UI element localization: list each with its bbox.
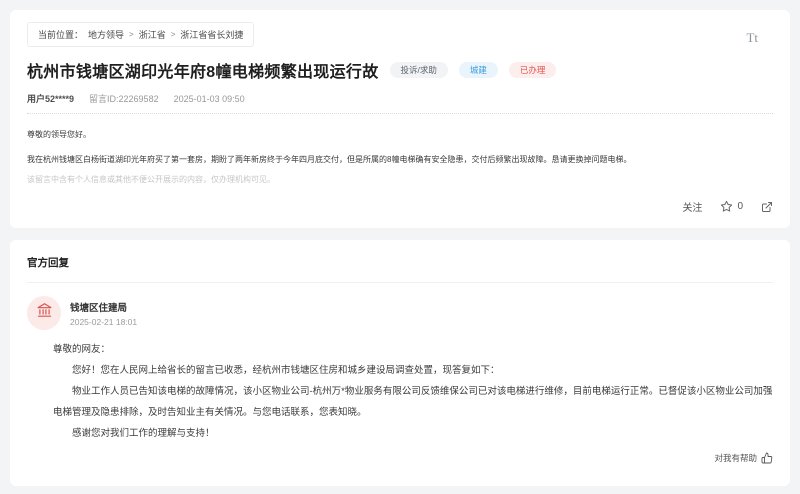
reply-section-title: 官方回复 bbox=[27, 257, 69, 269]
tag-status-handled: 已办理 bbox=[508, 61, 557, 79]
reply-paragraph: 物业工作人员已告知该电梯的故障情况，该小区物业公司-杭州万*物业服务有限公司反馈… bbox=[53, 386, 773, 418]
reply-date: 2025-02-21 18:01 bbox=[70, 316, 138, 327]
meta-message-id: 留言ID:22269582 bbox=[89, 94, 159, 104]
official-reply-card: 官方回复 钱塘区住建局 2025-02-21 18:01 尊敬的网友： 您好！您… bbox=[10, 240, 790, 486]
breadcrumb-prefix: 当前位置： bbox=[38, 30, 84, 40]
privacy-note: 该留言中含有个人信息或其他不便公开展示的内容，仅办理机构可见。 bbox=[27, 175, 275, 184]
helpful-row: 对我有帮助 bbox=[27, 452, 773, 464]
reply-divider bbox=[27, 282, 773, 283]
meta-date: 2025-01-03 09:50 bbox=[173, 93, 245, 104]
breadcrumb-separator: > bbox=[170, 30, 176, 39]
follow-button[interactable]: 关注 bbox=[682, 199, 702, 214]
message-meta: 用户52****9 留言ID:22269582 2025-01-03 09:50 bbox=[27, 92, 773, 105]
message-body: 尊敬的领导您好。 我在杭州钱塘区白杨街道湖印光年府买了第一套房，期盼了两年新房终… bbox=[27, 122, 773, 172]
message-actions: 关注 0 bbox=[27, 199, 773, 214]
share-button[interactable] bbox=[761, 201, 773, 213]
star-count: 0 bbox=[737, 201, 743, 212]
agency-name: 钱塘区住建局 bbox=[70, 302, 128, 314]
breadcrumb-item-local-leaders[interactable]: 地方领导 bbox=[88, 28, 124, 41]
reply-paragraph: 尊敬的网友： bbox=[53, 344, 111, 355]
reply-paragraph: 感谢您对我们工作的理解与支持！ bbox=[72, 428, 215, 439]
breadcrumb: 当前位置： 地方领导 > 浙江省 > 浙江省省长刘捷 bbox=[27, 22, 255, 47]
star-action[interactable]: 0 bbox=[720, 200, 743, 213]
message-card: 当前位置： 地方领导 > 浙江省 > 浙江省省长刘捷 Tt 杭州市钱塘区湖印光年… bbox=[10, 10, 790, 228]
share-icon bbox=[761, 201, 773, 213]
breadcrumb-item-governor[interactable]: 浙江省省长刘捷 bbox=[180, 28, 243, 41]
helpful-button[interactable]: 对我有帮助 bbox=[714, 452, 773, 464]
thumbs-up-icon bbox=[761, 452, 773, 464]
message-paragraph: 我在杭州钱塘区白杨街道湖印光年府买了第一套房，期盼了两年新房终于今年四月底交付，… bbox=[27, 155, 632, 164]
tag-complaint: 投诉/求助 bbox=[389, 61, 448, 79]
agency-info: 钱塘区住建局 2025-02-21 18:01 bbox=[70, 296, 137, 330]
message-title: 杭州市钱塘区湖印光年府8幢电梯频繁出现运行故 bbox=[27, 64, 379, 81]
helpful-label: 对我有帮助 bbox=[714, 453, 757, 463]
government-building-icon bbox=[36, 302, 53, 324]
breadcrumb-item-zhejiang[interactable]: 浙江省 bbox=[139, 28, 166, 41]
reply-paragraph: 您好！您在人民网上给省长的留言已收悉，经杭州市钱塘区住房和城乡建设局调查处置，现… bbox=[72, 365, 500, 376]
breadcrumb-separator: > bbox=[129, 30, 134, 39]
agency-row: 钱塘区住建局 2025-02-21 18:01 bbox=[27, 296, 773, 330]
reply-body: 尊敬的网友： 您好！您在人民网上给省长的留言已收悉，经杭州市钱塘区住房和城乡建设… bbox=[53, 339, 773, 444]
title-row: 杭州市钱塘区湖印光年府8幢电梯频繁出现运行故 投诉/求助 城建 已办理 bbox=[27, 58, 773, 82]
meta-username: 用户52****9 bbox=[27, 94, 75, 104]
star-icon bbox=[720, 200, 733, 213]
font-size-toggle[interactable]: Tt bbox=[746, 30, 758, 46]
tag-category: 城建 bbox=[458, 61, 498, 79]
message-paragraph: 尊敬的领导您好。 bbox=[27, 130, 91, 139]
dotted-divider bbox=[27, 113, 773, 114]
agency-avatar bbox=[27, 296, 61, 330]
